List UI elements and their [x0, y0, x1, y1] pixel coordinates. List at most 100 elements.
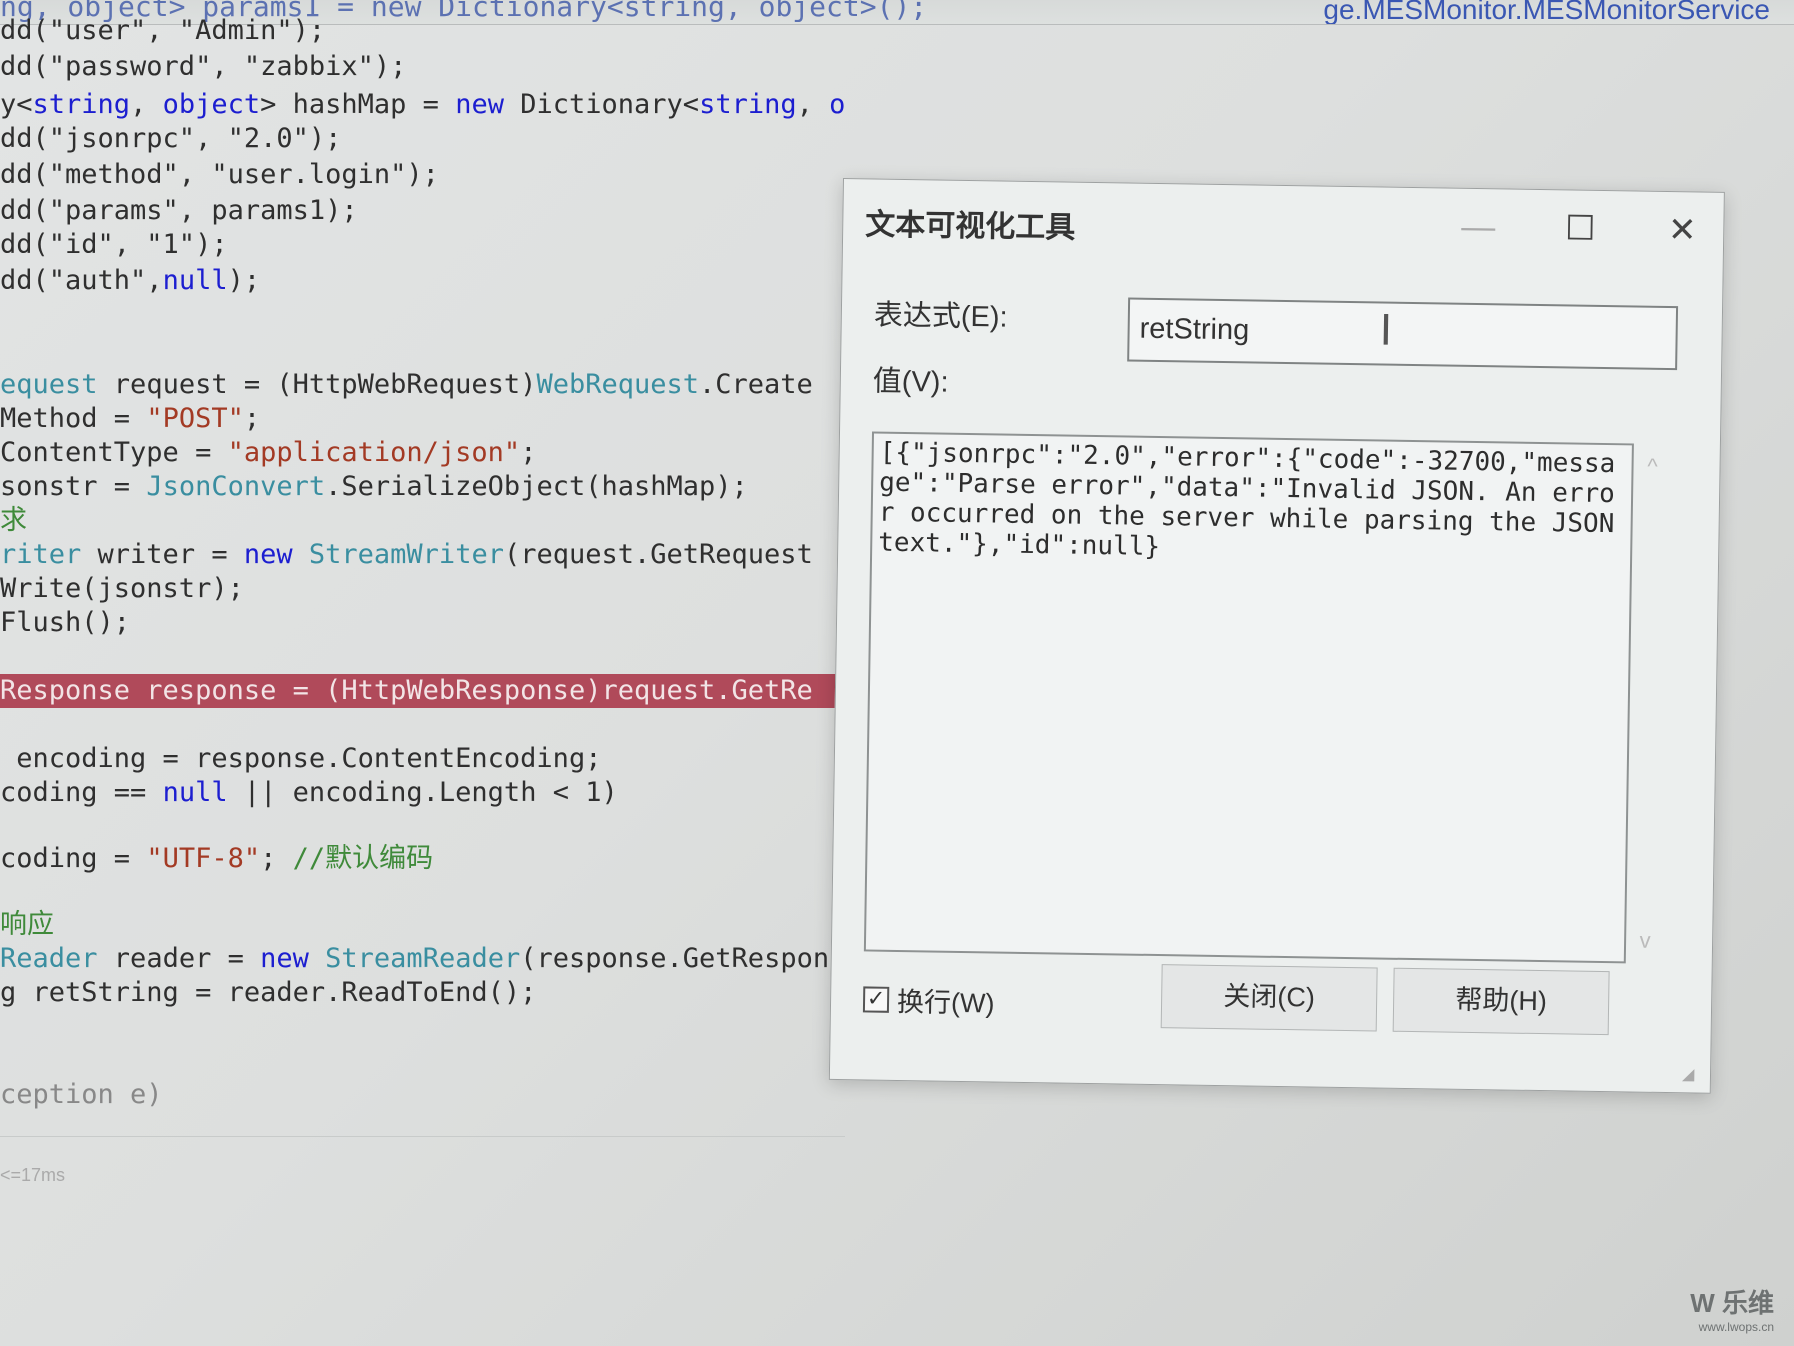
code-token: Method =	[0, 403, 147, 434]
resize-grip-icon[interactable]: ◢	[1682, 1064, 1700, 1083]
code-editor[interactable]: dd("user", "Admin"); dd("password", "zabb…	[0, 0, 845, 1346]
code-line[interactable]: equest request = (HttpWebRequest)WebRequ…	[0, 368, 845, 402]
code-line[interactable]: Write(jsonstr);	[0, 572, 845, 606]
code-line[interactable]: Reader reader = new StreamReader(respons…	[0, 942, 845, 976]
code-line[interactable]: sonstr = JsonConvert.SerializeObject(has…	[0, 470, 845, 504]
code-token: riter	[0, 539, 82, 570]
code-token: dd("auth",	[0, 265, 163, 296]
value-textarea[interactable]: [{"jsonrpc":"2.0","error":{"code":-32700…	[863, 431, 1634, 964]
code-token: );	[227, 265, 261, 296]
code-token: "POST"	[146, 403, 244, 434]
code-token: "UTF-8"	[146, 843, 261, 874]
close-button[interactable]: 关闭(C)	[1160, 964, 1378, 1032]
checkbox-check-icon[interactable]: ✓	[862, 985, 890, 1013]
code-line[interactable]: dd("auth",null);	[0, 264, 845, 298]
code-line[interactable]: coding = "UTF-8"; //默认编码	[0, 842, 845, 876]
code-token: g retString = reader.ReadToEnd();	[0, 977, 537, 1008]
code-token: //默认编码	[292, 843, 434, 874]
code-token: equest	[0, 369, 98, 400]
code-line[interactable]: Response response = (HttpWebResponse)req…	[0, 674, 845, 708]
code-line[interactable]: dd("user", "Admin");	[0, 14, 845, 48]
close-icon[interactable]: ✕	[1657, 210, 1708, 251]
code-line[interactable]	[0, 336, 845, 370]
code-line[interactable]: coding == null || encoding.Length < 1)	[0, 776, 845, 810]
code-token: new	[260, 943, 309, 974]
code-token: Reader	[0, 943, 98, 974]
code-token: Dictionary<	[503, 89, 700, 120]
code-line[interactable]: dd("params", params1);	[0, 194, 845, 228]
code-line[interactable]: dd("method", "user.login");	[0, 158, 845, 192]
code-line[interactable]: y<string, object> hashMap = new Dictiona…	[0, 88, 845, 122]
text-cursor-icon: I	[1379, 305, 1393, 355]
code-token: ContentType =	[0, 437, 228, 468]
code-token: object	[162, 89, 261, 120]
code-token: Flush();	[0, 607, 131, 638]
code-token: 求	[0, 505, 27, 536]
code-line[interactable]: riter writer = new StreamWriter(request.…	[0, 538, 845, 572]
code-line[interactable]: g retString = reader.ReadToEnd();	[0, 976, 845, 1010]
code-token: "application/json"	[227, 437, 521, 468]
code-token: sonstr =	[0, 471, 147, 502]
code-line[interactable]: dd("password", "zabbix");	[0, 50, 845, 84]
watermark-url: www.lwops.cn	[1698, 1320, 1774, 1334]
code-token: null	[162, 265, 228, 296]
code-token: WebRequest	[536, 369, 700, 400]
code-token: string	[32, 89, 131, 120]
dialog-title: 文本可视化工具	[865, 208, 1076, 245]
maximize-button[interactable]: ☐	[1555, 208, 1606, 249]
code-line[interactable]: 响应	[0, 908, 845, 942]
code-line[interactable]	[0, 640, 845, 674]
value-scrollbar[interactable]: ^ v	[1630, 444, 1668, 964]
code-token: coding ==	[0, 777, 163, 808]
code-line[interactable]: 求	[0, 504, 845, 538]
code-line[interactable]	[0, 808, 845, 842]
code-line[interactable]: Method = "POST";	[0, 402, 845, 436]
code-line[interactable]: ception e)	[0, 1078, 845, 1112]
code-line[interactable]: ContentType = "application/json";	[0, 436, 845, 470]
watermark: W 乐维 www.lwops.cn	[1690, 1283, 1774, 1334]
code-token: ception e)	[0, 1079, 163, 1110]
code-token: || encoding.Length < 1)	[227, 777, 618, 808]
code-token: y<	[0, 89, 33, 120]
help-button[interactable]: 帮助(H)	[1392, 967, 1610, 1036]
code-token: ,	[130, 89, 163, 120]
wrap-checkbox[interactable]: ✓ 换行(W)	[862, 979, 995, 1020]
code-line[interactable]	[0, 300, 845, 334]
code-token: new	[243, 539, 293, 570]
value-label: 值(V):	[872, 365, 949, 399]
scroll-down-icon[interactable]: v	[1630, 927, 1660, 953]
code-token: ;	[260, 843, 293, 874]
watermark-brand: W 乐维	[1690, 1288, 1774, 1318]
code-token: dd("id", "1");	[0, 229, 228, 260]
expression-input[interactable]: retString	[1127, 297, 1679, 371]
code-line[interactable]	[0, 708, 845, 742]
code-token: .Create	[699, 369, 813, 400]
service-class-title[interactable]: ge.MESMonitor.MESMonitorService	[1323, 0, 1770, 24]
editor-divider	[0, 1136, 845, 1137]
code-line[interactable]: Flush();	[0, 606, 845, 640]
code-token: Response response = (HttpWebResponse)req…	[0, 675, 813, 706]
code-token: StreamReader	[325, 943, 521, 974]
expression-label: 表达式(E):	[873, 299, 1008, 334]
code-line[interactable]: dd("id", "1");	[0, 228, 845, 262]
code-line[interactable]	[0, 1010, 845, 1044]
code-token: writer =	[81, 539, 244, 570]
code-line[interactable]: encoding = response.ContentEncoding;	[0, 742, 845, 776]
minimize-button[interactable]: —	[1453, 207, 1504, 248]
code-token: StreamWriter	[308, 539, 504, 570]
code-token: 响应	[0, 909, 54, 940]
code-token: null	[162, 777, 228, 808]
code-token: ,	[796, 89, 830, 120]
code-line[interactable]: dd("jsonrpc", "2.0");	[0, 122, 845, 156]
code-line[interactable]	[0, 876, 845, 910]
code-line[interactable]	[0, 1044, 845, 1078]
wrap-checkbox-label: 换行(W)	[896, 986, 995, 1019]
code-token: Write(jsonstr);	[0, 573, 244, 604]
scroll-up-icon[interactable]: ^	[1637, 454, 1667, 480]
code-token: (response.GetRespon	[520, 943, 830, 974]
code-token: coding =	[0, 843, 147, 874]
code-token: dd("jsonrpc", "2.0");	[0, 123, 342, 154]
code-token: object	[829, 89, 845, 120]
